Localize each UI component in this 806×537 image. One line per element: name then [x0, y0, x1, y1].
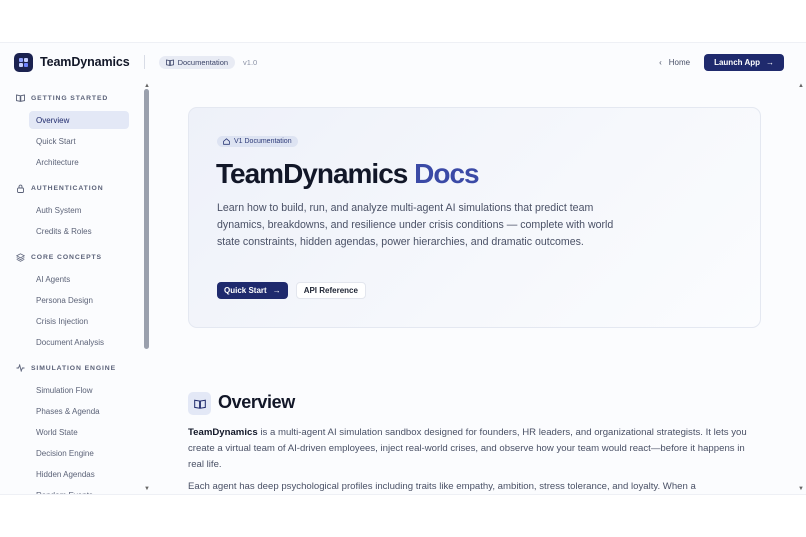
launch-app-label: Launch App: [714, 57, 760, 67]
quick-start-label: Quick Start: [224, 286, 267, 295]
brand-name[interactable]: TeamDynamics: [40, 55, 130, 69]
section-simulation-engine: SIMULATION ENGINE: [0, 361, 152, 375]
layers-icon: [16, 252, 25, 262]
sidebar-item-credits-roles[interactable]: Credits & Roles: [29, 222, 129, 240]
hero-description: Learn how to build, run, and analyze mul…: [217, 202, 614, 248]
api-reference-button[interactable]: API Reference: [295, 282, 366, 299]
launch-app-button[interactable]: Launch App →: [704, 53, 784, 71]
home-link[interactable]: ‹ Home: [659, 58, 690, 67]
sidebar-item-auth-system[interactable]: Auth System: [29, 201, 129, 219]
home-icon: [223, 138, 230, 145]
section-title: SIMULATION ENGINE: [31, 364, 117, 372]
api-reference-label: API Reference: [303, 286, 358, 295]
section-title: GETTING STARTED: [31, 94, 109, 102]
sidebar-item-phases-agenda[interactable]: Phases & Agenda: [29, 402, 129, 420]
arrow-right-icon: →: [272, 286, 281, 295]
top-navbar: TeamDynamics Documentation v1.0 ‹ Home L…: [0, 43, 806, 81]
documentation-badge-label: Documentation: [177, 57, 229, 67]
hero-actions: Quick Start → API Reference: [217, 282, 366, 299]
sidebar-item-crisis-injection[interactable]: Crisis Injection: [29, 312, 129, 330]
home-link-label: Home: [668, 57, 691, 67]
sidebar-item-hidden-agendas[interactable]: Hidden Agendas: [29, 465, 129, 483]
activity-icon: [16, 364, 25, 372]
hero-card: V1 Documentation TeamDynamics Docs Learn…: [188, 107, 761, 328]
sidebar-item-persona-design[interactable]: Persona Design: [29, 291, 129, 309]
lock-icon: [17, 184, 24, 193]
hero-title-accent: Docs: [414, 158, 479, 189]
docs-sidebar: GETTING STARTED Overview Quick Start Arc…: [0, 83, 152, 495]
sidebar-item-ai-agents[interactable]: AI Agents: [29, 270, 129, 288]
overview-brand: TeamDynamics: [188, 427, 258, 438]
logo-icon[interactable]: [14, 52, 33, 72]
overview-heading: Overview: [218, 392, 295, 412]
page-scroll-down-icon[interactable]: ▼: [798, 486, 804, 492]
page-scroll-up-icon[interactable]: ▲: [798, 83, 804, 89]
arrow-right-icon: →: [766, 57, 774, 67]
sidebar-item-quick-start[interactable]: Quick Start: [29, 132, 129, 150]
documentation-badge: Documentation: [158, 55, 236, 69]
hero-badge: V1 Documentation: [217, 136, 298, 147]
section-authentication: AUTHENTICATION: [0, 181, 152, 195]
section-title: AUTHENTICATION: [31, 184, 104, 192]
sidebar-item-simulation-flow[interactable]: Simulation Flow: [29, 381, 129, 399]
sidebar-item-architecture[interactable]: Architecture: [29, 153, 129, 171]
book-icon: [16, 94, 25, 102]
section-title: CORE CONCEPTS: [31, 253, 102, 261]
section-core-concepts: CORE CONCEPTS: [0, 250, 152, 264]
hero-title-main: TeamDynamics: [216, 158, 408, 189]
chevron-left-icon: ‹: [659, 57, 662, 67]
sidebar-item-random-events[interactable]: Random Events: [29, 486, 129, 495]
quick-start-button[interactable]: Quick Start →: [217, 282, 288, 299]
sidebar-item-overview[interactable]: Overview: [29, 111, 129, 129]
section-getting-started: GETTING STARTED: [0, 91, 152, 105]
overview-paragraph-1: TeamDynamics is a multi-agent AI simulat…: [188, 425, 763, 473]
sidebar-scroll-down-icon[interactable]: ▼: [144, 486, 150, 492]
sidebar-item-decision-engine[interactable]: Decision Engine: [29, 444, 129, 462]
app-viewport: TeamDynamics Documentation v1.0 ‹ Home L…: [0, 42, 806, 495]
version-label: v1.0: [243, 57, 258, 67]
overview-paragraph-2: Each agent has deep psychological profil…: [188, 481, 696, 492]
sidebar-scrollbar-thumb[interactable]: [144, 89, 149, 349]
header-divider: [143, 55, 145, 69]
hero-title: TeamDynamics Docs: [216, 158, 480, 190]
book-icon: [165, 59, 174, 66]
overview-paragraph-1-text: is a multi-agent AI simulation sandbox d…: [188, 427, 747, 470]
sidebar-item-document-analysis[interactable]: Document Analysis: [29, 333, 129, 351]
sidebar-item-world-state[interactable]: World State: [29, 423, 129, 441]
hero-badge-label: V1 Documentation: [234, 138, 292, 145]
overview-book-icon: [188, 392, 211, 415]
